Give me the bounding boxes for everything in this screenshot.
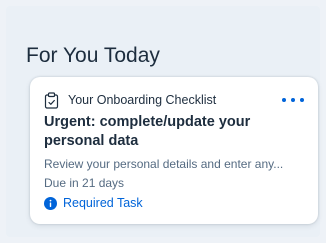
card-title: Urgent: complete/update your personal da… bbox=[44, 114, 251, 149]
due-date-text: Due in 21 days bbox=[44, 176, 125, 190]
for-you-today-section: For You Today Your Onboarding Checklist … bbox=[6, 6, 320, 237]
required-task-status: Required Task bbox=[44, 195, 143, 211]
info-icon bbox=[44, 196, 57, 210]
more-icon-dot bbox=[300, 98, 304, 102]
card-header: Your Onboarding Checklist bbox=[44, 91, 216, 109]
card-description: Review your personal details and enter a… bbox=[44, 157, 284, 171]
status-label: Required Task bbox=[63, 196, 143, 210]
section-title: For You Today bbox=[26, 44, 160, 67]
card-category-label: Your Onboarding Checklist bbox=[68, 93, 217, 107]
more-icon-dot bbox=[291, 98, 295, 102]
clipboard-icon bbox=[44, 91, 59, 109]
more-icon-dot bbox=[282, 98, 286, 102]
more-options-button[interactable] bbox=[282, 93, 304, 107]
onboarding-checklist-card[interactable]: Your Onboarding Checklist Urgent: comple… bbox=[30, 77, 318, 224]
